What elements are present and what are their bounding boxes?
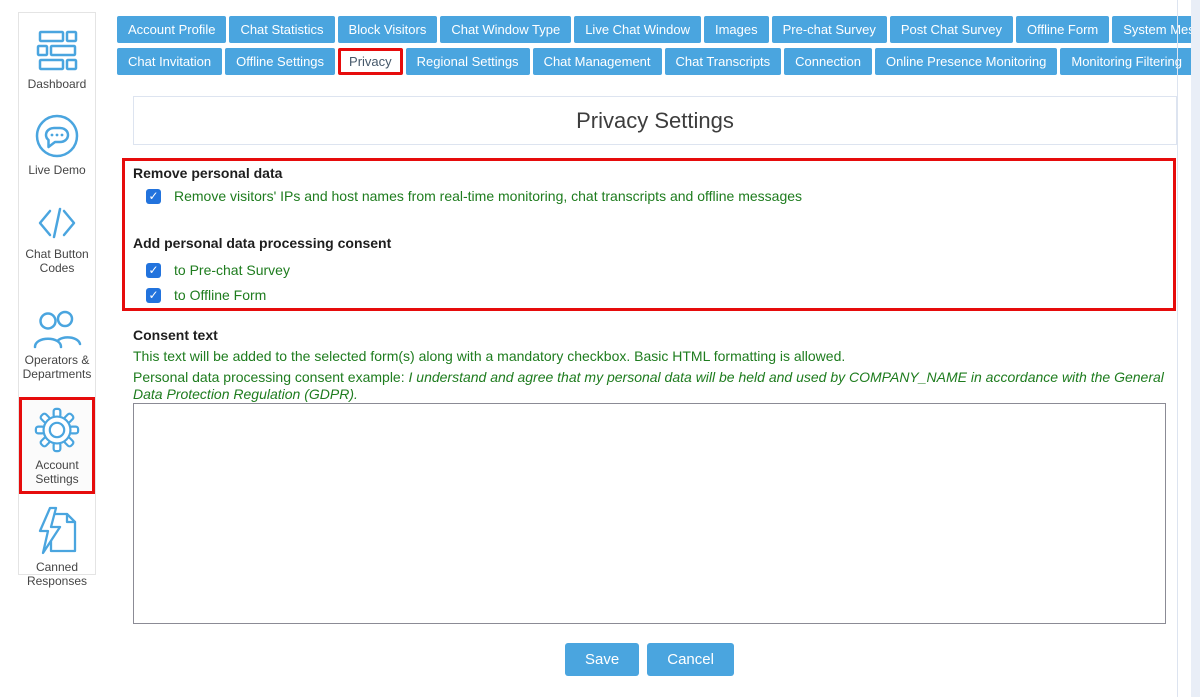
tab-system-messages[interactable]: System Messages xyxy=(1112,16,1200,43)
cancel-button[interactable]: Cancel xyxy=(647,643,734,676)
offline-form-checkbox[interactable]: ✓ xyxy=(146,288,161,303)
offline-form-checkbox-label: to Offline Form xyxy=(174,287,266,303)
tab-images[interactable]: Images xyxy=(704,16,769,43)
pre-chat-survey-checkbox-label: to Pre-chat Survey xyxy=(174,262,290,278)
tab-privacy[interactable]: Privacy xyxy=(338,48,403,75)
pre-chat-survey-checkbox[interactable]: ✓ xyxy=(146,263,161,278)
sidebar-item-chat-button-codes[interactable]: Chat Button Codes xyxy=(19,203,95,275)
consent-text-description: This text will be added to the selected … xyxy=(133,348,1168,364)
sidebar-item-label: Chat Button Codes xyxy=(19,247,95,275)
remove-ips-checkbox-label: Remove visitors' IPs and host names from… xyxy=(174,188,802,204)
tab-row-2: Chat Invitation Offline Settings Privacy… xyxy=(117,48,1157,75)
tab-offline-settings[interactable]: Offline Settings xyxy=(225,48,335,75)
title-panel: Privacy Settings xyxy=(133,96,1177,145)
tab-chat-statistics[interactable]: Chat Statistics xyxy=(229,16,334,43)
tab-row-1: Account Profile Chat Statistics Block Vi… xyxy=(117,16,1157,43)
sidebar-item-label: Account Settings xyxy=(22,458,92,486)
tab-post-chat-survey[interactable]: Post Chat Survey xyxy=(890,16,1013,43)
tab-chat-transcripts[interactable]: Chat Transcripts xyxy=(665,48,782,75)
tab-chat-management[interactable]: Chat Management xyxy=(533,48,662,75)
sidebar-item-dashboard[interactable]: Dashboard xyxy=(19,29,95,91)
people-icon xyxy=(32,307,82,349)
dashboard-icon xyxy=(34,29,80,73)
sidebar-item-label: Dashboard xyxy=(26,77,89,91)
processing-consent-heading: Add personal data processing consent xyxy=(133,233,1173,253)
chat-bubble-icon xyxy=(34,113,80,159)
sidebar-item-canned-responses[interactable]: Canned Responses xyxy=(19,506,95,588)
offline-form-checkbox-row[interactable]: ✓ to Offline Form xyxy=(146,287,1173,303)
tab-chat-window-type[interactable]: Chat Window Type xyxy=(440,16,571,43)
tab-block-visitors[interactable]: Block Visitors xyxy=(338,16,438,43)
sidebar: Dashboard Live Demo Chat Button Codes Op… xyxy=(18,12,96,575)
tab-chat-invitation[interactable]: Chat Invitation xyxy=(117,48,222,75)
content-right-border xyxy=(1177,0,1178,697)
pre-chat-survey-checkbox-row[interactable]: ✓ to Pre-chat Survey xyxy=(146,262,1173,278)
tab-pre-chat-survey[interactable]: Pre-chat Survey xyxy=(772,16,887,43)
page-right-strip xyxy=(1191,0,1200,697)
gear-icon xyxy=(33,406,81,454)
tab-offline-form[interactable]: Offline Form xyxy=(1016,16,1109,43)
lightning-document-icon xyxy=(34,506,80,556)
tab-regional-settings[interactable]: Regional Settings xyxy=(406,48,530,75)
tab-online-presence-monitoring[interactable]: Online Presence Monitoring xyxy=(875,48,1057,75)
privacy-options-annotation-box: Remove personal data ✓ Remove visitors' … xyxy=(122,158,1176,311)
settings-tab-bar: Account Profile Chat Statistics Block Vi… xyxy=(117,16,1157,80)
sidebar-item-label: Operators & Departments xyxy=(19,353,95,381)
sidebar-item-operators-departments[interactable]: Operators & Departments xyxy=(19,307,95,381)
consent-example-prefix: Personal data processing consent example… xyxy=(133,369,409,385)
sidebar-item-live-demo[interactable]: Live Demo xyxy=(19,113,95,177)
remove-personal-data-heading: Remove personal data xyxy=(133,163,1173,183)
save-button[interactable]: Save xyxy=(565,643,639,676)
tab-connection[interactable]: Connection xyxy=(784,48,872,75)
remove-ips-checkbox[interactable]: ✓ xyxy=(146,189,161,204)
tab-monitoring-filtering[interactable]: Monitoring Filtering xyxy=(1060,48,1193,75)
tab-live-chat-window[interactable]: Live Chat Window xyxy=(574,16,701,43)
consent-text-heading: Consent text xyxy=(133,325,1168,345)
action-buttons: Save Cancel xyxy=(133,643,1166,676)
page-title: Privacy Settings xyxy=(576,108,734,134)
consent-text-section: Consent text This text will be added to … xyxy=(133,325,1168,403)
sidebar-item-label: Canned Responses xyxy=(19,560,95,588)
consent-text-input[interactable] xyxy=(133,403,1166,624)
sidebar-item-account-settings[interactable]: Account Settings xyxy=(19,397,95,494)
sidebar-item-label: Live Demo xyxy=(26,163,87,177)
consent-text-example: Personal data processing consent example… xyxy=(133,369,1168,403)
remove-ips-checkbox-row[interactable]: ✓ Remove visitors' IPs and host names fr… xyxy=(146,188,1173,204)
tab-account-profile[interactable]: Account Profile xyxy=(117,16,226,43)
code-icon xyxy=(35,203,79,243)
